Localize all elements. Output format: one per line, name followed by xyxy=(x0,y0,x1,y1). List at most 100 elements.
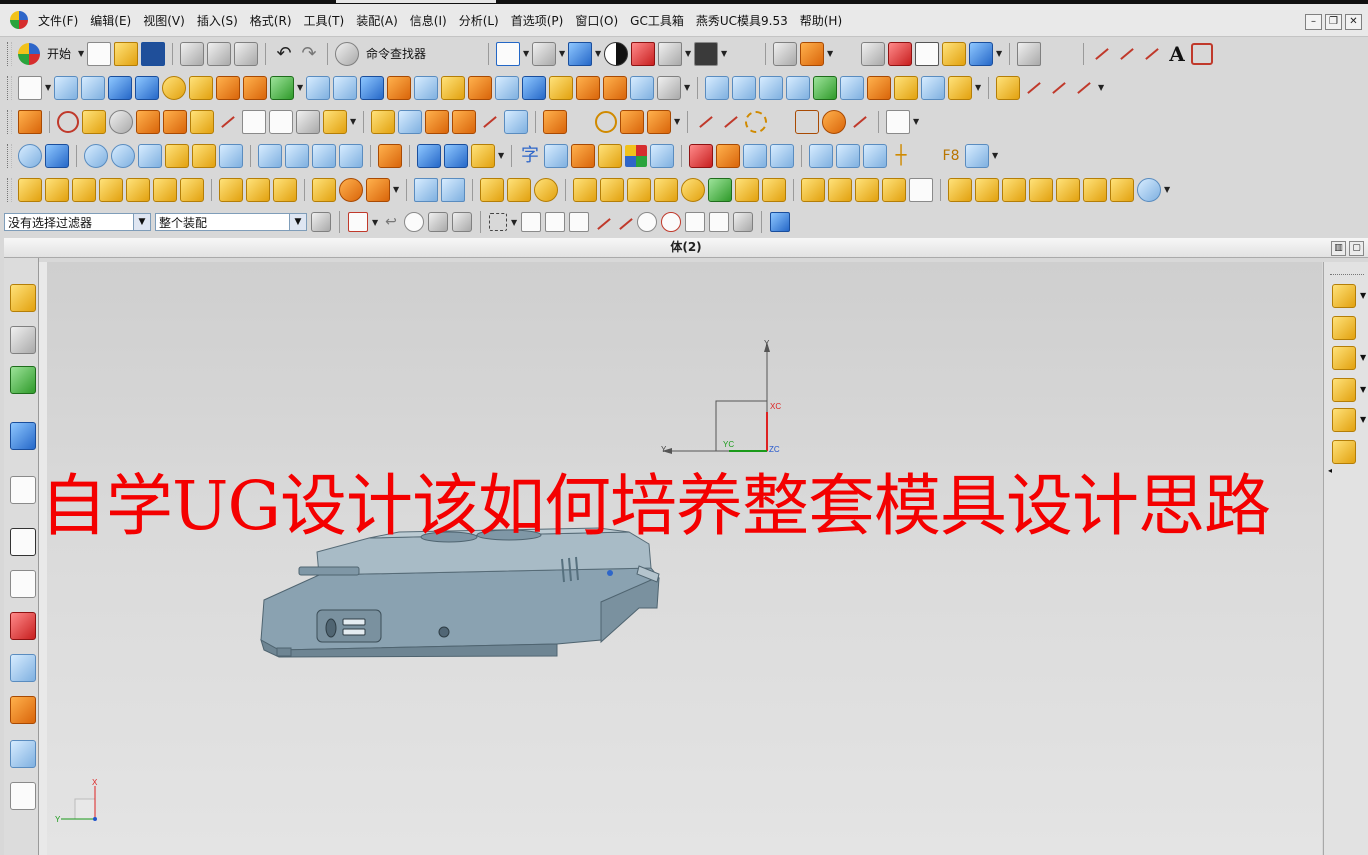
mold-part-4-icon[interactable] xyxy=(99,177,123,202)
graphics-area[interactable]: Y Y XC YC ZC X Y xyxy=(39,262,1322,855)
save-icon[interactable] xyxy=(141,41,166,66)
arc-icon[interactable] xyxy=(1116,43,1138,65)
mold-part-12-icon[interactable] xyxy=(948,177,972,202)
snap-quadrant-icon[interactable] xyxy=(661,212,681,232)
sphere-icon[interactable] xyxy=(162,75,186,100)
toolbar-grip[interactable] xyxy=(7,41,12,66)
patch-icon[interactable] xyxy=(948,75,972,100)
snap-endpoint-icon[interactable] xyxy=(545,212,565,232)
menu-view[interactable]: 视图(V) xyxy=(137,12,191,29)
align-icon[interactable] xyxy=(371,109,395,134)
snap-curve-icon[interactable] xyxy=(593,213,611,231)
chevron-down-icon[interactable]: ▼ xyxy=(1360,353,1366,362)
mold-part-2-icon[interactable] xyxy=(45,177,69,202)
move-grid-icon[interactable] xyxy=(441,177,465,202)
process-studio-icon[interactable] xyxy=(10,612,36,640)
wcs-save-icon[interactable] xyxy=(942,41,967,66)
snap-midpoint-icon[interactable] xyxy=(569,212,589,232)
mold-part-5-icon[interactable] xyxy=(219,177,243,202)
mold-plate-2-icon[interactable] xyxy=(600,177,624,202)
layout-icon[interactable] xyxy=(886,109,910,134)
pin-icon[interactable]: ▥ xyxy=(1331,241,1346,256)
chevron-down-icon[interactable]: ▼ xyxy=(297,83,303,92)
chevron-down-icon[interactable]: ▼ xyxy=(674,117,680,126)
start-icon[interactable] xyxy=(18,42,40,65)
mold-plate-6-icon[interactable] xyxy=(801,177,825,202)
measure-angle-icon[interactable] xyxy=(720,111,742,133)
shaded-cube-icon[interactable] xyxy=(568,41,593,66)
chevron-down-icon[interactable]: ▼ xyxy=(721,49,727,58)
chevron-down-icon[interactable]: ▼ xyxy=(511,218,517,227)
f8-button[interactable]: F8 xyxy=(940,145,962,167)
rectangle-select-icon[interactable] xyxy=(489,213,507,231)
cut-icon[interactable] xyxy=(180,41,205,66)
fit-view-icon[interactable] xyxy=(496,41,521,66)
toolbar-grip[interactable] xyxy=(7,75,12,100)
intersect-icon[interactable] xyxy=(360,75,384,100)
half-circle-icon[interactable] xyxy=(620,109,644,134)
menu-tools[interactable]: 工具(T) xyxy=(298,12,351,29)
measure-radius-icon[interactable] xyxy=(822,109,846,134)
trimmed-sheet-icon[interactable] xyxy=(867,75,891,100)
redo-icon[interactable]: ↷ xyxy=(298,43,320,65)
measure-body-icon[interactable] xyxy=(795,109,819,134)
command-finder-button[interactable]: 命令查找器 xyxy=(362,45,430,62)
chamfer-icon[interactable] xyxy=(414,75,438,100)
edit-feature-icon[interactable] xyxy=(18,109,42,134)
open-folder-icon[interactable] xyxy=(114,41,139,66)
lights-icon[interactable] xyxy=(138,143,162,168)
chevron-down-icon[interactable]: ▼ xyxy=(350,117,356,126)
system-materials-icon[interactable] xyxy=(10,570,36,598)
chevron-down-icon[interactable]: ▼ xyxy=(393,185,399,194)
chevron-down-icon[interactable]: ▼ xyxy=(595,49,601,58)
background-color-icon[interactable] xyxy=(694,41,719,66)
table-icon[interactable] xyxy=(544,143,568,168)
menu-window[interactable]: 窗口(O) xyxy=(569,12,624,29)
mold-part-13-icon[interactable] xyxy=(975,177,999,202)
n-sided-surface-icon[interactable] xyxy=(813,75,837,100)
chevron-down-icon[interactable]: ▼ xyxy=(1360,291,1366,300)
snap-on-curve-icon[interactable] xyxy=(709,212,729,232)
show-hide-icon[interactable] xyxy=(45,143,69,168)
info-icon[interactable] xyxy=(10,422,36,450)
close-icon[interactable]: ✕ xyxy=(1345,14,1362,30)
light-default-icon[interactable] xyxy=(219,143,243,168)
eye-icon[interactable] xyxy=(18,143,42,168)
ejector-icon[interactable] xyxy=(708,177,732,202)
distance-icon[interactable] xyxy=(398,109,422,134)
filter-icon[interactable] xyxy=(417,143,441,168)
insert-icon[interactable] xyxy=(809,143,833,168)
wcs-rotate-icon[interactable] xyxy=(888,41,913,66)
mold-part-10-icon[interactable] xyxy=(507,177,531,202)
menu-info[interactable]: 信息(I) xyxy=(404,12,453,29)
step-icon[interactable] xyxy=(479,111,501,133)
chevron-down-icon[interactable]: ▼ xyxy=(975,83,981,92)
toolbar-grip[interactable] xyxy=(7,143,12,168)
chevron-down-icon[interactable]: ▼ xyxy=(78,49,84,58)
last-icon[interactable] xyxy=(339,143,363,168)
sequence-icon[interactable] xyxy=(378,143,402,168)
through-curves-icon[interactable] xyxy=(705,75,729,100)
wcs-orient-icon[interactable] xyxy=(800,41,825,66)
arch-icon[interactable] xyxy=(153,177,177,202)
snap-point-icon[interactable] xyxy=(521,212,541,232)
chevron-down-icon[interactable]: ▼ xyxy=(372,218,378,227)
chevron-down-icon[interactable]: ▼ xyxy=(1360,385,1366,394)
target-icon[interactable] xyxy=(681,177,705,202)
mold-part-16-icon[interactable] xyxy=(1056,177,1080,202)
layout-grid-icon[interactable] xyxy=(414,177,438,202)
unite-icon[interactable] xyxy=(306,75,330,100)
mirror-feature-icon[interactable] xyxy=(576,75,600,100)
chevron-down-icon[interactable]: ▼ xyxy=(1098,83,1104,92)
system-scenes-icon[interactable] xyxy=(10,740,36,768)
menu-edit[interactable]: 编辑(E) xyxy=(84,12,137,29)
mold-part-15-icon[interactable] xyxy=(1029,177,1053,202)
add-component-icon[interactable] xyxy=(1332,284,1356,308)
menu-yanxiu-mold[interactable]: 燕秀UC模具9.53 xyxy=(690,12,794,29)
mold-part-8-icon[interactable] xyxy=(312,177,336,202)
reuse-library-icon[interactable] xyxy=(10,782,36,810)
square-icon[interactable] xyxy=(909,177,933,202)
pin-icon[interactable] xyxy=(855,177,879,202)
cylinder-icon[interactable] xyxy=(108,75,132,100)
core-icon[interactable] xyxy=(863,143,887,168)
